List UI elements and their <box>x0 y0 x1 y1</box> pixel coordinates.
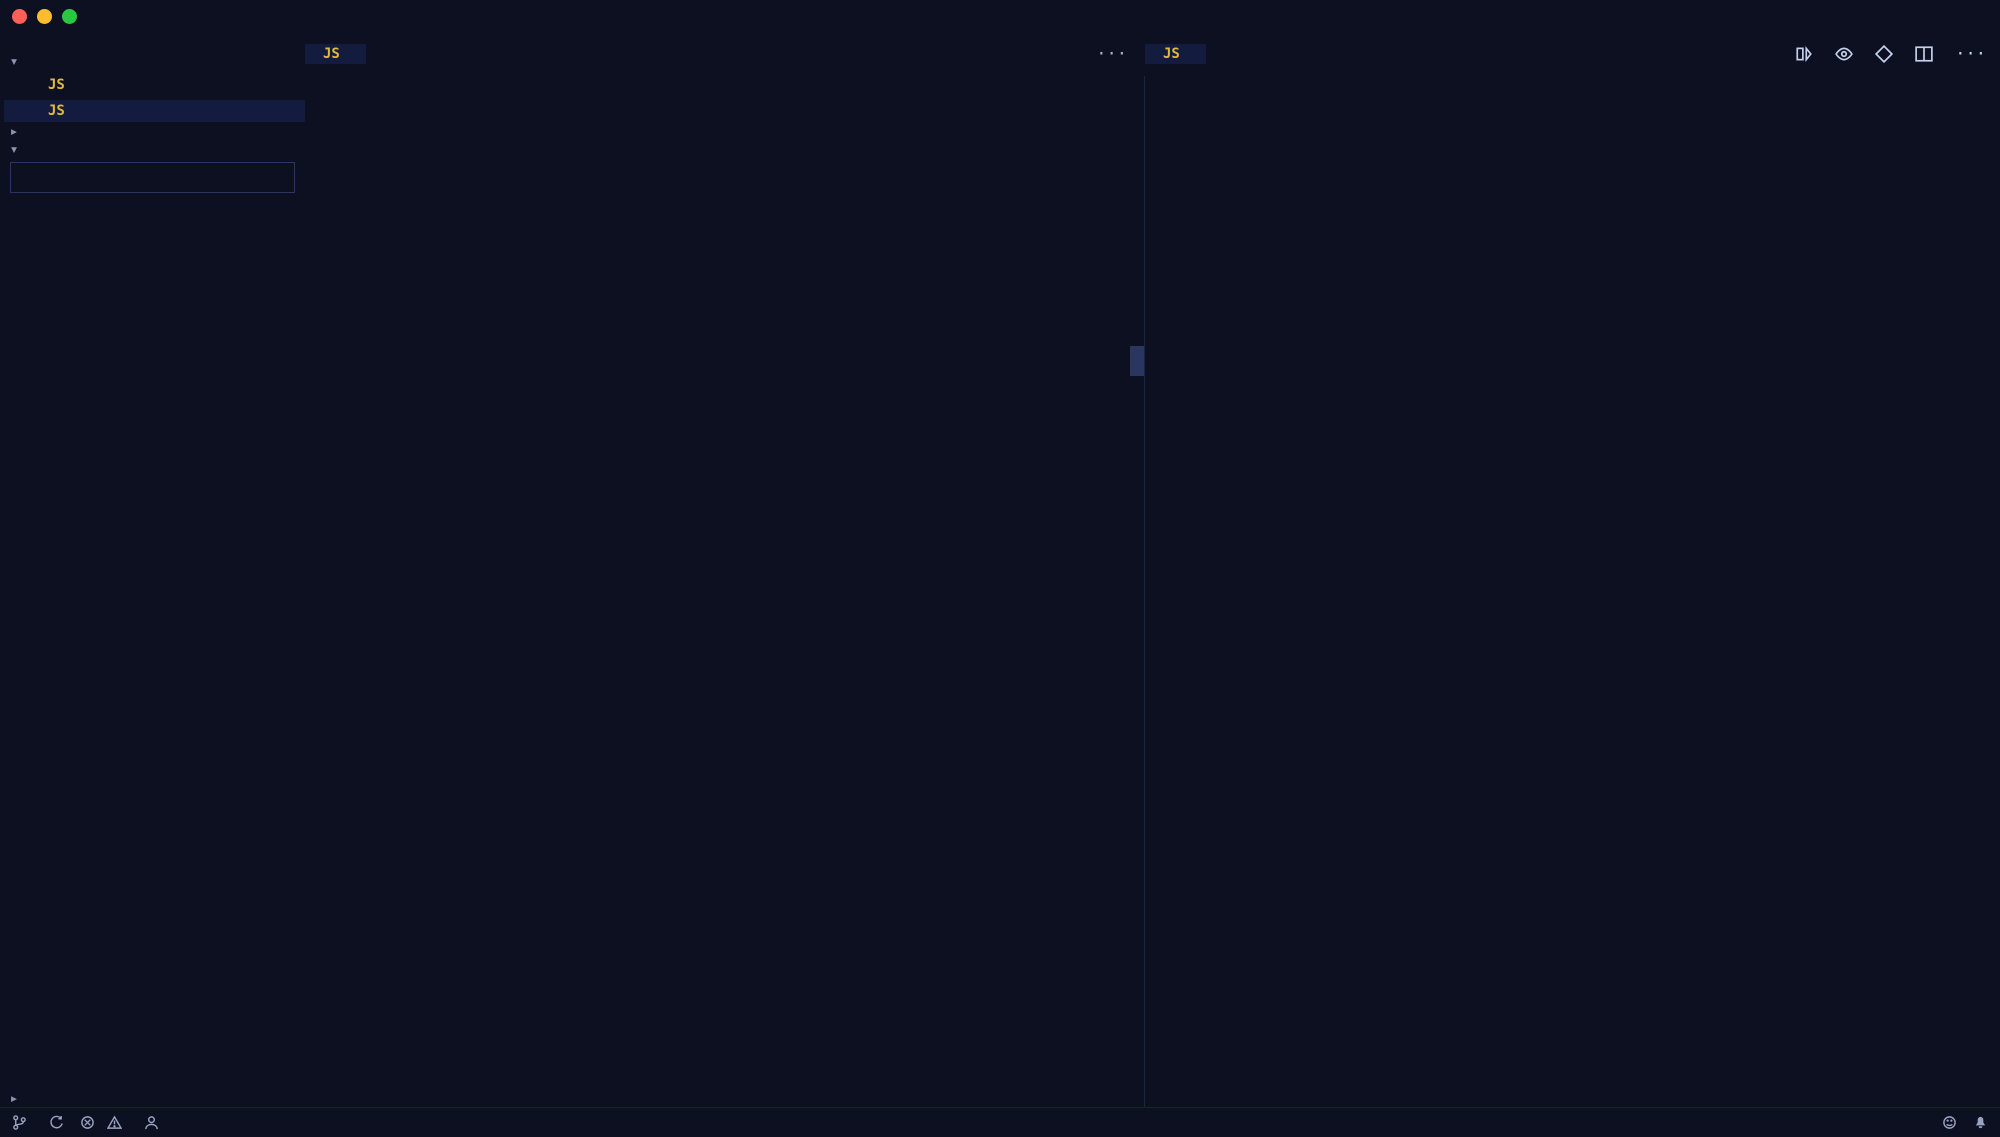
chevron-right-icon: ▸ <box>8 125 20 137</box>
outline-list <box>0 197 305 1089</box>
chevron-down-icon: ▾ <box>8 143 20 155</box>
status-bar <box>0 1107 2000 1137</box>
split-editor-icon[interactable] <box>1915 45 1933 63</box>
error-icon <box>80 1115 95 1130</box>
maximize-window-button[interactable] <box>62 9 77 24</box>
chevron-down-icon: ▾ <box>8 55 20 67</box>
more-actions-button[interactable]: ··· <box>1092 44 1131 64</box>
outline-header[interactable]: ▾ <box>0 140 305 158</box>
javascript-icon: JS <box>1163 46 1180 62</box>
close-window-button[interactable] <box>12 9 27 24</box>
status-branch[interactable] <box>12 1115 33 1130</box>
smiley-icon <box>1942 1115 1957 1130</box>
open-editor-index[interactable]: JS <box>4 100 305 122</box>
diamond-icon[interactable] <box>1875 45 1893 63</box>
traffic-lights <box>12 9 77 24</box>
explorer-title <box>0 32 305 52</box>
bell-icon <box>1973 1115 1988 1130</box>
editors: JS ··· JS ··· <box>305 32 2000 1107</box>
explorer-sidebar: ▾ JS JS ▸ ▾ ▸ <box>0 32 305 1107</box>
sync-icon <box>49 1115 64 1130</box>
more-actions-button[interactable]: ··· <box>1955 44 1986 64</box>
editor-pane-right[interactable] <box>1145 76 2000 1107</box>
status-feedback[interactable] <box>1942 1115 1957 1130</box>
status-bell[interactable] <box>1973 1115 1988 1130</box>
chevron-right-icon: ▸ <box>8 1092 20 1104</box>
minimize-window-button[interactable] <box>37 9 52 24</box>
rebass-folder-header[interactable]: ▸ <box>0 122 305 140</box>
branch-icon <box>12 1115 27 1130</box>
warning-icon <box>107 1115 122 1130</box>
javascript-icon: JS <box>48 77 65 93</box>
tab-darkmode[interactable]: JS <box>305 44 367 64</box>
tabs-row: JS ··· JS ··· <box>305 32 2000 76</box>
person-icon <box>144 1115 159 1130</box>
open-editors-header[interactable]: ▾ <box>0 52 305 70</box>
javascript-icon: JS <box>48 103 65 119</box>
open-editor-darkmode[interactable]: JS <box>4 74 305 96</box>
eye-icon[interactable] <box>1835 45 1853 63</box>
status-signin[interactable] <box>144 1115 165 1130</box>
outline-filter-input[interactable] <box>10 162 295 193</box>
editor-actions: ··· <box>1781 44 2000 64</box>
code-area[interactable] <box>1217 76 2000 1107</box>
tab-index[interactable]: JS <box>1145 44 1207 64</box>
title-bar <box>0 0 2000 32</box>
line-numbers <box>305 76 377 1107</box>
editor-pane-left[interactable] <box>305 76 1145 1107</box>
status-problems[interactable] <box>80 1115 128 1130</box>
status-sync[interactable] <box>49 1115 64 1130</box>
minimap[interactable] <box>1130 76 1144 1107</box>
line-numbers <box>1145 76 1217 1107</box>
code-area[interactable] <box>377 76 1144 1107</box>
compare-icon[interactable] <box>1795 45 1813 63</box>
gitlens-history-header[interactable]: ▸ <box>0 1089 305 1107</box>
javascript-icon: JS <box>323 46 340 62</box>
